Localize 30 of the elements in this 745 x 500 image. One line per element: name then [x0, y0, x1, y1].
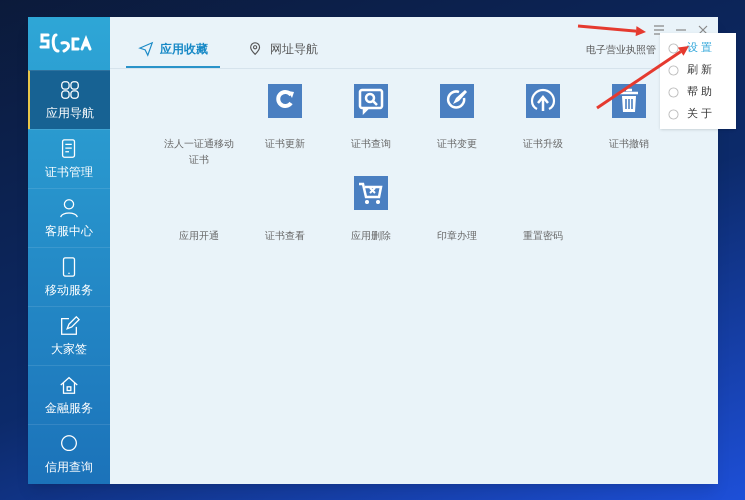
app-label[interactable]: 证书更新	[249, 137, 321, 153]
app-label[interactable]: 证书查询	[335, 137, 407, 153]
menu-item[interactable]: 关 于	[660, 103, 736, 125]
header-text: 电子营业执照管	[586, 44, 656, 58]
trash-icon[interactable]	[612, 84, 646, 118]
app-label[interactable]: 法人一证通移动证书	[163, 137, 235, 169]
menu-button[interactable]	[652, 23, 666, 37]
annotation-arrow	[578, 24, 646, 36]
app-label[interactable]: 证书升级	[507, 137, 579, 153]
edit-icon	[58, 314, 80, 336]
menu-item[interactable]: 设 置	[660, 37, 736, 59]
upload-icon[interactable]	[526, 84, 560, 118]
app-label[interactable]: 应用删除	[335, 229, 407, 245]
app-label[interactable]: 印章办理	[421, 229, 493, 245]
search-icon[interactable]	[354, 84, 388, 118]
sidebar-item[interactable]: 应用导航	[28, 70, 110, 129]
app-label[interactable]: 证书查看	[249, 229, 321, 245]
menu-item[interactable]: 刷 新	[660, 59, 736, 81]
grid-icon	[59, 78, 81, 100]
cart-icon[interactable]	[354, 176, 388, 210]
app-label[interactable]: 证书撤销	[593, 137, 665, 153]
app-label[interactable]: 证书变更	[421, 137, 493, 153]
edit-icon[interactable]	[440, 84, 474, 118]
menu-item[interactable]: 帮 助	[660, 81, 736, 103]
tab[interactable]: 网址导航	[236, 32, 330, 68]
app-label[interactable]: 应用开通	[163, 229, 235, 245]
app-label[interactable]: 重置密码	[507, 229, 579, 245]
person-icon	[58, 196, 80, 218]
tab[interactable]: 应用收藏	[126, 32, 220, 68]
send-icon	[138, 41, 154, 57]
